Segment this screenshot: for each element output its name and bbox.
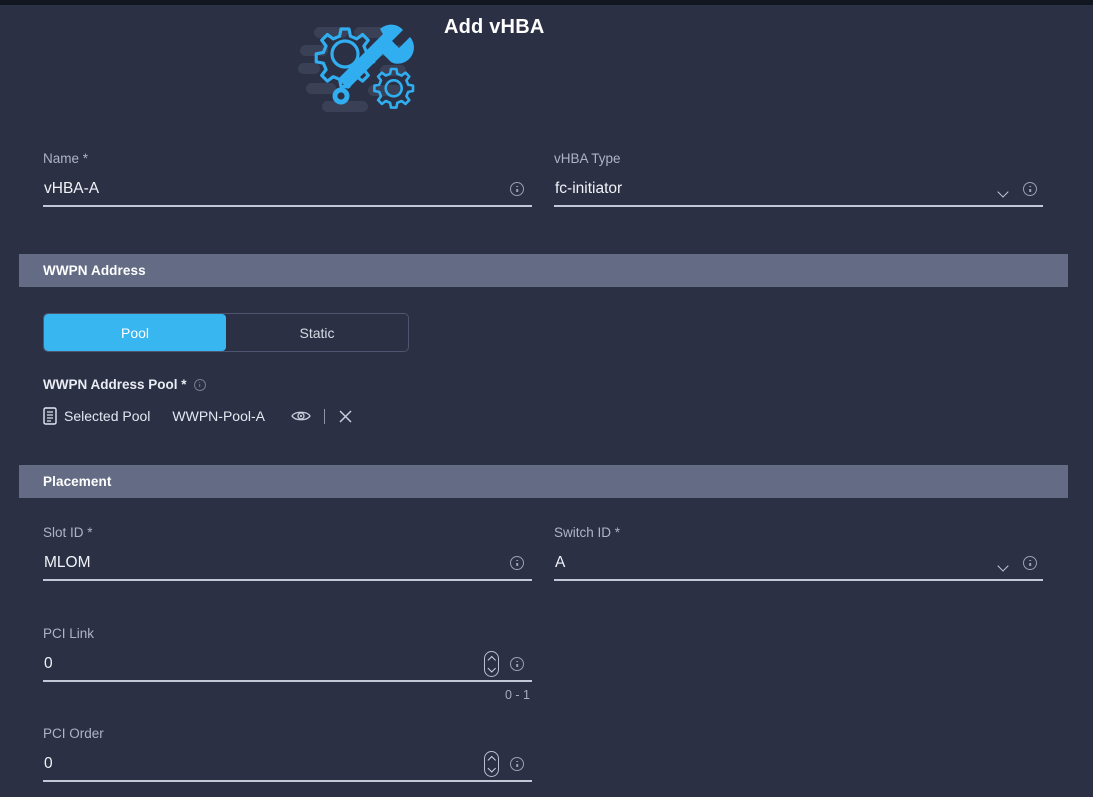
pci-link-field: PCI Link 0 0 - 1: [43, 626, 532, 702]
selected-pool-name: WWPN-Pool-A: [172, 408, 265, 424]
section-header-wwpn-address: WWPN Address: [19, 254, 1068, 287]
switch-id-field-label: Switch ID *: [554, 525, 621, 540]
stepper-icon[interactable]: [484, 751, 499, 777]
toggle-option-static[interactable]: Static: [226, 314, 408, 351]
dialog-header: Add vHBA: [0, 5, 1093, 130]
info-icon[interactable]: [508, 655, 526, 673]
info-icon[interactable]: [1021, 180, 1039, 198]
name-input[interactable]: vHBA-A: [43, 176, 532, 207]
pci-link-input[interactable]: 0: [43, 651, 532, 682]
pci-order-field: PCI Order 0: [43, 726, 532, 782]
document-icon: [43, 407, 58, 425]
section-header-placement: Placement: [19, 465, 1068, 498]
slot-id-input-value: MLOM: [44, 554, 91, 571]
action-divider: [323, 408, 325, 424]
switch-id-field: Switch ID * A: [554, 525, 1043, 581]
pci-order-input-value: 0: [44, 755, 53, 772]
slot-id-field: Slot ID * MLOM: [43, 525, 532, 581]
info-icon[interactable]: [508, 755, 526, 773]
slot-id-field-label: Slot ID *: [43, 525, 93, 540]
chevron-down-icon[interactable]: [994, 556, 1012, 574]
name-input-value: vHBA-A: [44, 180, 100, 197]
wwpn-address-pool-label: WWPN Address Pool *: [43, 377, 206, 392]
vhba-type-field: vHBA Type fc-initiator: [554, 151, 1043, 207]
close-icon[interactable]: [338, 409, 353, 424]
chevron-down-icon[interactable]: [994, 182, 1012, 200]
info-icon[interactable]: [508, 180, 526, 198]
add-vhba-dialog: Add vHBA Name * vHBA-A vHBA Type fc-init…: [0, 5, 1093, 797]
pci-link-range-hint: 0 - 1: [504, 688, 530, 702]
vhba-type-field-label: vHBA Type: [554, 151, 621, 166]
stepper-icon[interactable]: [484, 651, 499, 677]
switch-id-select-value: A: [555, 554, 566, 571]
selected-pool-row: Selected Pool WWPN-Pool-A: [43, 405, 353, 427]
dialog-title: Add vHBA: [444, 16, 545, 38]
wwpn-address-pool-label-text: WWPN Address Pool *: [43, 377, 187, 392]
toggle-option-pool[interactable]: Pool: [44, 314, 226, 351]
pci-link-input-value: 0: [44, 655, 53, 672]
name-field: Name * vHBA-A: [43, 151, 532, 207]
switch-id-select[interactable]: A: [554, 550, 1043, 581]
pci-order-field-label: PCI Order: [43, 726, 104, 741]
info-icon[interactable]: [1021, 554, 1039, 572]
name-field-label: Name *: [43, 151, 89, 166]
eye-icon[interactable]: [291, 409, 311, 423]
vhba-type-select[interactable]: fc-initiator: [554, 176, 1043, 207]
slot-id-input[interactable]: MLOM: [43, 550, 532, 581]
section-title: WWPN Address: [43, 263, 146, 278]
info-icon[interactable]: [193, 378, 206, 391]
wwpn-address-mode-toggle[interactable]: Pool Static: [43, 313, 409, 352]
info-icon[interactable]: [508, 554, 526, 572]
vhba-type-select-value: fc-initiator: [555, 180, 623, 197]
section-title: Placement: [43, 474, 112, 489]
pci-order-input[interactable]: 0: [43, 751, 532, 782]
pci-link-field-label: PCI Link: [43, 626, 95, 641]
gear-wrench-icon: [296, 13, 426, 118]
selected-pool-caption: Selected Pool: [64, 408, 151, 424]
